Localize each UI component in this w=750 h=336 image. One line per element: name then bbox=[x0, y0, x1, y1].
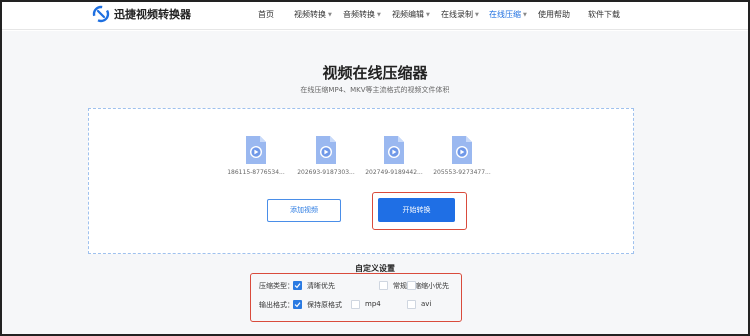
nav-help-label: 使用帮助 bbox=[538, 10, 570, 19]
nav-online-record[interactable]: 在线录制 ▼ bbox=[441, 9, 479, 20]
option-keep-format-label[interactable]: 保持原格式 bbox=[307, 300, 342, 310]
nav-video-convert-label: 视频转换 bbox=[294, 10, 326, 19]
option-shrink-first-label[interactable]: 缩小优先 bbox=[421, 281, 449, 291]
nav-help[interactable]: 使用帮助 bbox=[538, 9, 570, 20]
nav-audio-convert-label: 音频转换 bbox=[343, 10, 375, 19]
chevron-down-icon: ▼ bbox=[523, 12, 527, 18]
brand-logo-icon[interactable] bbox=[92, 5, 110, 23]
nav-video-convert[interactable]: 视频转换 ▼ bbox=[294, 9, 332, 20]
nav-video-edit-label: 视频编辑 bbox=[392, 10, 424, 19]
checkbox-avi[interactable] bbox=[407, 300, 416, 309]
checkmark-icon bbox=[294, 302, 301, 308]
file-item[interactable]: 186115-8776534... bbox=[227, 135, 285, 176]
video-file-icon bbox=[384, 136, 404, 164]
nav-audio-convert[interactable]: 音频转换 ▼ bbox=[343, 9, 381, 20]
file-name: 205553-9273477... bbox=[433, 169, 491, 176]
nav-online-record-label: 在线录制 bbox=[441, 10, 473, 19]
add-video-button[interactable]: 添加视频 bbox=[267, 199, 341, 222]
page-title: 视频在线压缩器 bbox=[322, 64, 428, 82]
file-item[interactable]: 202749-9189442... bbox=[365, 135, 423, 176]
file-drop-zone[interactable] bbox=[88, 108, 634, 254]
checkmark-icon bbox=[294, 283, 301, 289]
output-format-label: 输出格式： bbox=[259, 301, 294, 309]
checkbox-clarity-first[interactable] bbox=[293, 281, 302, 290]
page-subtitle: 在线压缩MP4、MKV等主流格式的视频文件体积 bbox=[300, 86, 450, 94]
nav-home[interactable]: 首页 bbox=[258, 9, 274, 20]
chevron-down-icon: ▼ bbox=[328, 12, 332, 18]
file-name: 202693-9187303... bbox=[297, 169, 355, 176]
checkbox-normal-compress[interactable] bbox=[379, 281, 388, 290]
nav-video-edit[interactable]: 视频编辑 ▼ bbox=[392, 9, 430, 20]
brand-name[interactable]: 迅捷视频转换器 bbox=[114, 6, 191, 22]
video-file-icon bbox=[452, 136, 472, 164]
option-clarity-first-label[interactable]: 清晰优先 bbox=[307, 281, 335, 291]
checkbox-mp4[interactable] bbox=[351, 300, 360, 309]
option-mp4-label[interactable]: mp4 bbox=[365, 300, 381, 308]
file-name: 186115-8776534... bbox=[227, 169, 285, 176]
file-item[interactable]: 202693-9187303... bbox=[297, 135, 355, 176]
option-avi-label[interactable]: avi bbox=[421, 300, 431, 308]
nav-download-label: 软件下载 bbox=[588, 10, 620, 19]
chevron-down-icon: ▼ bbox=[377, 12, 381, 18]
video-file-icon bbox=[246, 136, 266, 164]
nav-online-compress[interactable]: 在线压缩 ▼ bbox=[489, 9, 527, 20]
nav-online-compress-label: 在线压缩 bbox=[489, 10, 521, 19]
compress-type-label: 压缩类型： bbox=[259, 282, 294, 290]
file-name: 202749-9189442... bbox=[365, 169, 423, 176]
file-item[interactable]: 205553-9273477... bbox=[433, 135, 491, 176]
checkbox-keep-format[interactable] bbox=[293, 300, 302, 309]
checkbox-shrink-first[interactable] bbox=[407, 281, 416, 290]
start-convert-button[interactable]: 开始转换 bbox=[378, 198, 455, 222]
nav-download[interactable]: 软件下载 bbox=[588, 9, 620, 20]
video-file-icon bbox=[316, 136, 336, 164]
chevron-down-icon: ▼ bbox=[475, 12, 479, 18]
chevron-down-icon: ▼ bbox=[426, 12, 430, 18]
nav-home-label: 首页 bbox=[258, 10, 274, 19]
